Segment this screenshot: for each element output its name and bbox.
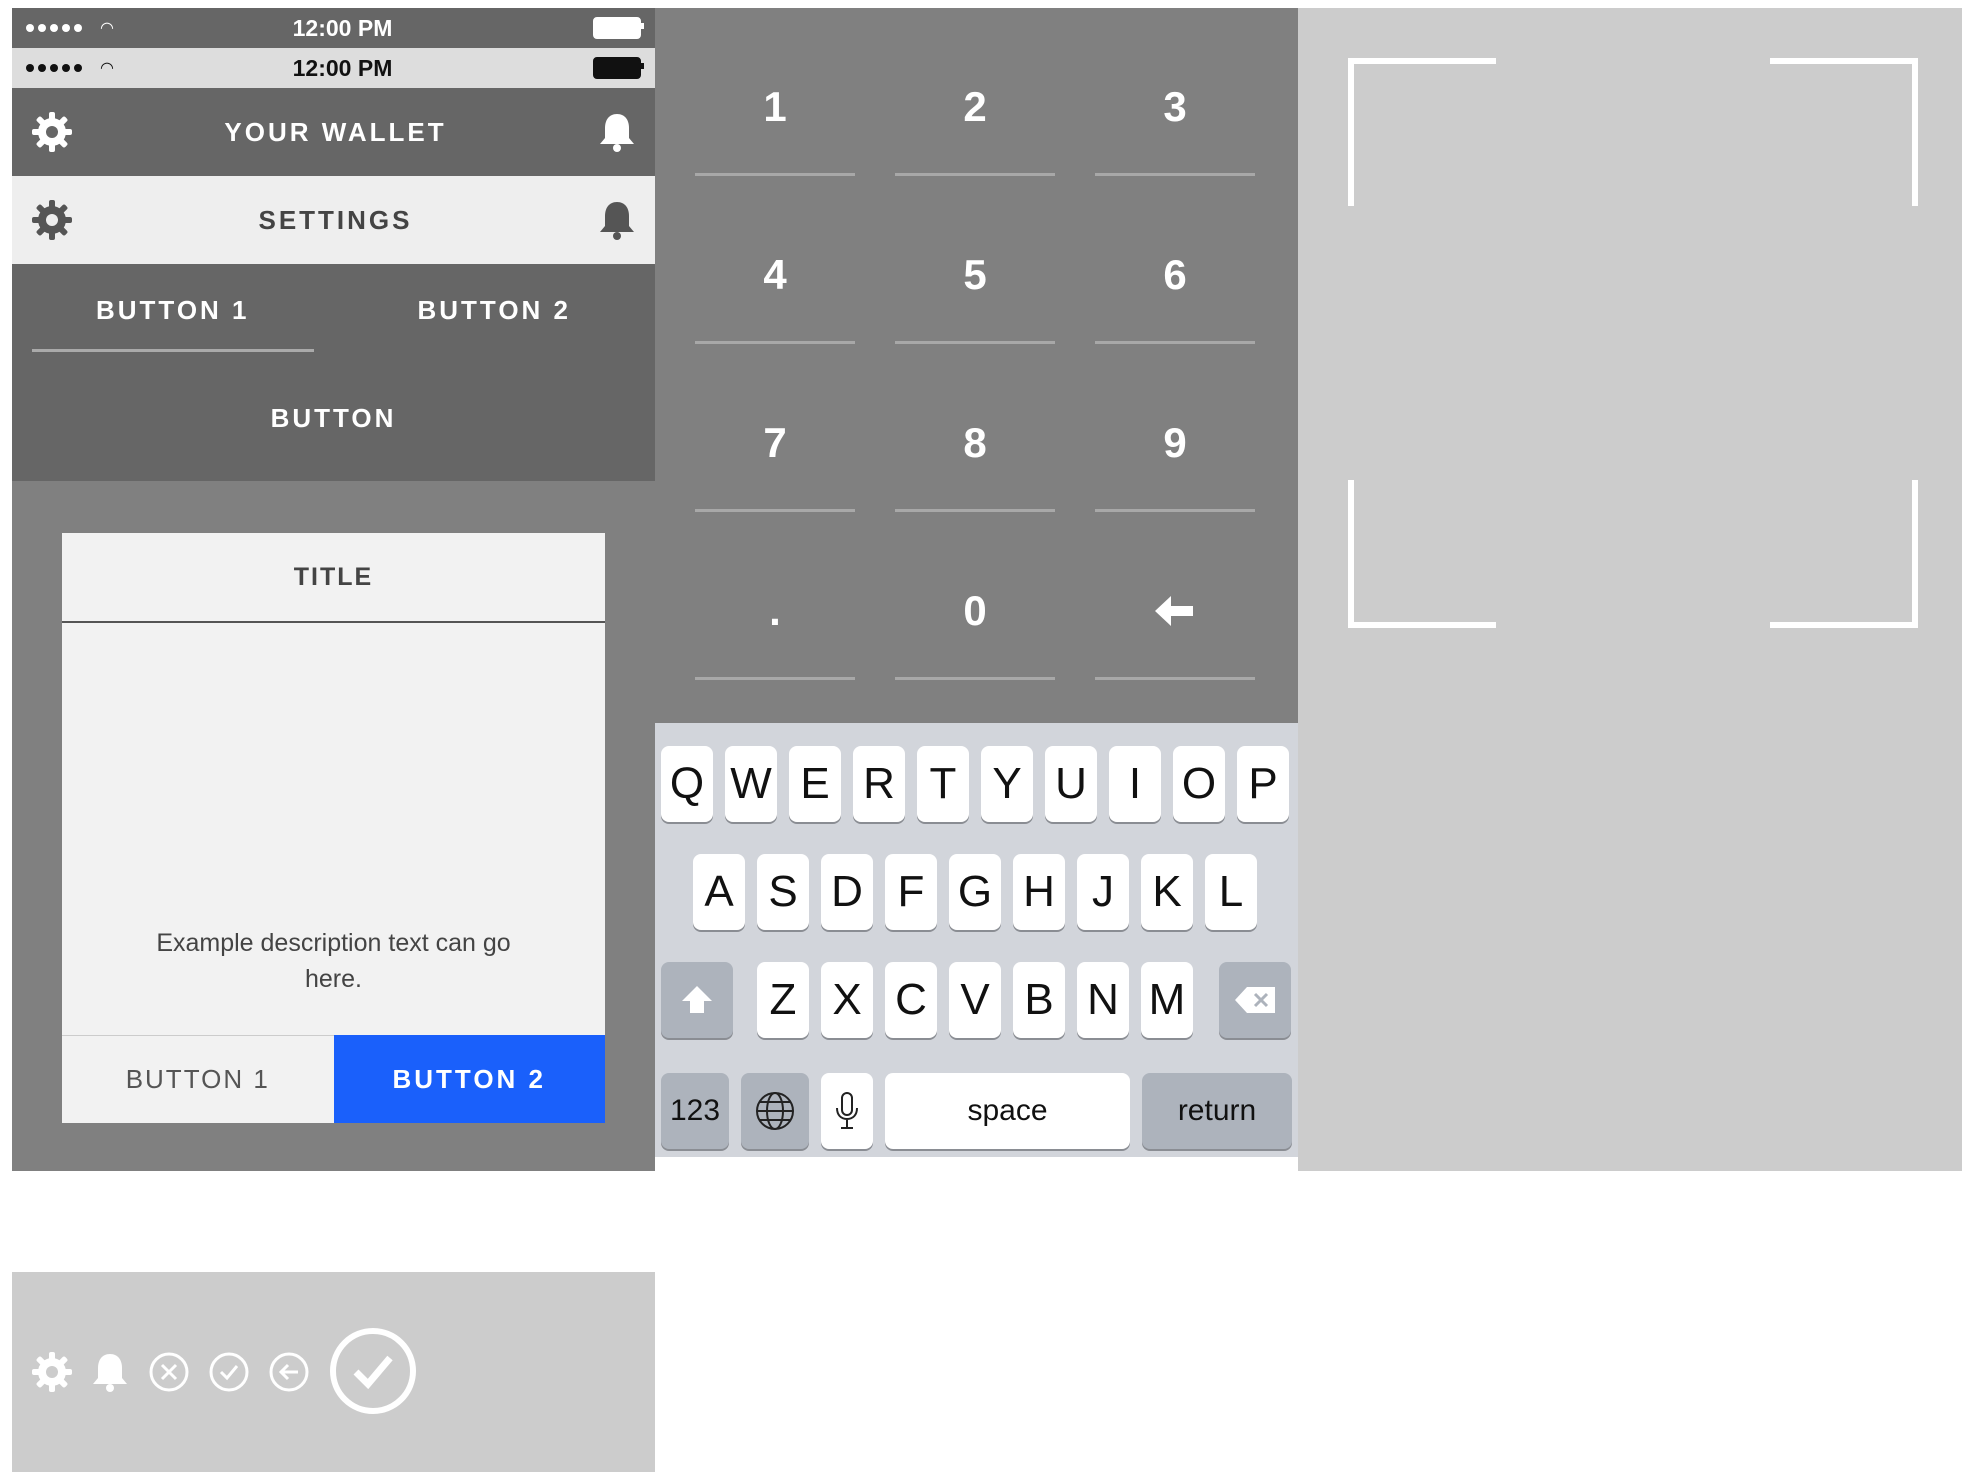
page-title: YOUR WALLET [224,116,447,147]
gear-icon[interactable] [30,198,74,242]
signal-strength-icon: ◠ [26,18,116,38]
key-s[interactable]: S [757,854,809,930]
key-z[interactable]: Z [757,962,809,1038]
tab-button-2[interactable]: BUTTON 2 [334,264,656,356]
key-p[interactable]: P [1237,746,1289,822]
delete-key[interactable] [1219,962,1291,1038]
scanner-viewfinder [1298,8,1962,1171]
keypad-key-9[interactable]: 9 [1095,377,1255,512]
viewfinder-corner-top-right [1770,58,1918,206]
dialog-button-1[interactable]: BUTTON 1 [62,1035,334,1123]
key-r[interactable]: R [853,746,905,822]
keypad-backspace-arrow-icon[interactable] [1095,545,1255,680]
key-b[interactable]: B [1013,962,1065,1038]
microphone-key[interactable] [821,1073,873,1149]
nav-bar-settings: SETTINGS [12,176,655,264]
keypad-key-6[interactable]: 6 [1095,209,1255,344]
key-k[interactable]: K [1141,854,1193,930]
status-bar-dark: ◠ 12:00 PM [12,8,655,48]
battery-icon [593,17,644,39]
keypad-key-5[interactable]: 5 [895,209,1055,344]
tab-bar: BUTTON 1 BUTTON 2 [12,264,655,356]
key-u[interactable]: U [1045,746,1097,822]
back-arrow-circle-icon[interactable] [268,1351,310,1398]
dialog-title: TITLE [62,533,605,623]
wifi-icon: ◠ [100,20,114,37]
shift-key[interactable] [661,962,733,1038]
globe-key[interactable] [741,1073,809,1149]
keyboard: Q W E R T Y U I O P A S D F G H J K L Z X C V B N M 123 space return [655,723,1298,1157]
globe-icon [756,1092,794,1130]
check-circle-icon[interactable] [208,1351,250,1398]
gear-icon[interactable] [30,1350,74,1399]
plain-button[interactable]: BUTTON [12,356,655,481]
status-time: 12:00 PM [292,54,393,81]
key-w[interactable]: W [725,746,777,822]
key-m[interactable]: M [1141,962,1193,1038]
keypad-key-dot[interactable]: . [695,545,855,680]
numbers-key[interactable]: 123 [661,1073,729,1149]
dialog-body: Example description text can go here. [62,623,605,1035]
viewfinder-corner-bottom-right [1770,480,1918,628]
close-circle-icon[interactable] [148,1351,190,1398]
key-q[interactable]: Q [661,746,713,822]
dialog-description: Example description text can go here. [156,929,511,993]
keypad-key-0[interactable]: 0 [895,545,1055,680]
key-l[interactable]: L [1205,854,1257,930]
battery-icon [593,57,644,79]
keypad-key-2[interactable]: 2 [895,41,1055,176]
dialog: TITLE Example description text can go he… [62,533,605,1123]
delete-icon [1235,987,1275,1013]
key-y[interactable]: Y [981,746,1033,822]
keypad-key-1[interactable]: 1 [695,41,855,176]
icon-strip [12,1272,655,1472]
keypad-key-8[interactable]: 8 [895,377,1055,512]
key-i[interactable]: I [1109,746,1161,822]
key-d[interactable]: D [821,854,873,930]
dialog-button-2[interactable]: BUTTON 2 [333,1035,605,1123]
key-c[interactable]: C [885,962,937,1038]
wifi-icon: ◠ [100,60,114,77]
key-j[interactable]: J [1077,854,1129,930]
space-key[interactable]: space [885,1073,1130,1149]
keypad-key-4[interactable]: 4 [695,209,855,344]
status-time: 12:00 PM [292,14,393,41]
keypad-key-3[interactable]: 3 [1095,41,1255,176]
return-key[interactable]: return [1142,1073,1292,1149]
dialog-buttons: BUTTON 1 BUTTON 2 [62,1035,605,1123]
microphone-icon [836,1092,858,1129]
key-n[interactable]: N [1077,962,1129,1038]
keypad-key-7[interactable]: 7 [695,377,855,512]
key-a[interactable]: A [693,854,745,930]
nav-bar-wallet: YOUR WALLET [12,88,655,176]
numeric-keypad: 123 456 789. 0 [655,8,1298,723]
bell-icon[interactable] [597,198,637,242]
key-f[interactable]: F [885,854,937,930]
key-x[interactable]: X [821,962,873,1038]
signal-strength-icon: ◠ [26,58,116,78]
tab-button-1[interactable]: BUTTON 1 [12,264,334,356]
key-t[interactable]: T [917,746,969,822]
key-v[interactable]: V [949,962,1001,1038]
shift-icon [682,986,712,1013]
key-o[interactable]: O [1173,746,1225,822]
bell-icon[interactable] [597,110,637,154]
page-title: SETTINGS [258,204,413,235]
check-circle-large-icon[interactable] [328,1326,418,1421]
gear-icon[interactable] [30,110,74,154]
key-e[interactable]: E [789,746,841,822]
key-h[interactable]: H [1013,854,1065,930]
viewfinder-corner-bottom-left [1348,480,1496,628]
key-g[interactable]: G [949,854,1001,930]
status-bar-light: ◠ 12:00 PM [12,48,655,88]
bell-icon[interactable] [90,1350,130,1399]
viewfinder-corner-top-left [1348,58,1496,206]
